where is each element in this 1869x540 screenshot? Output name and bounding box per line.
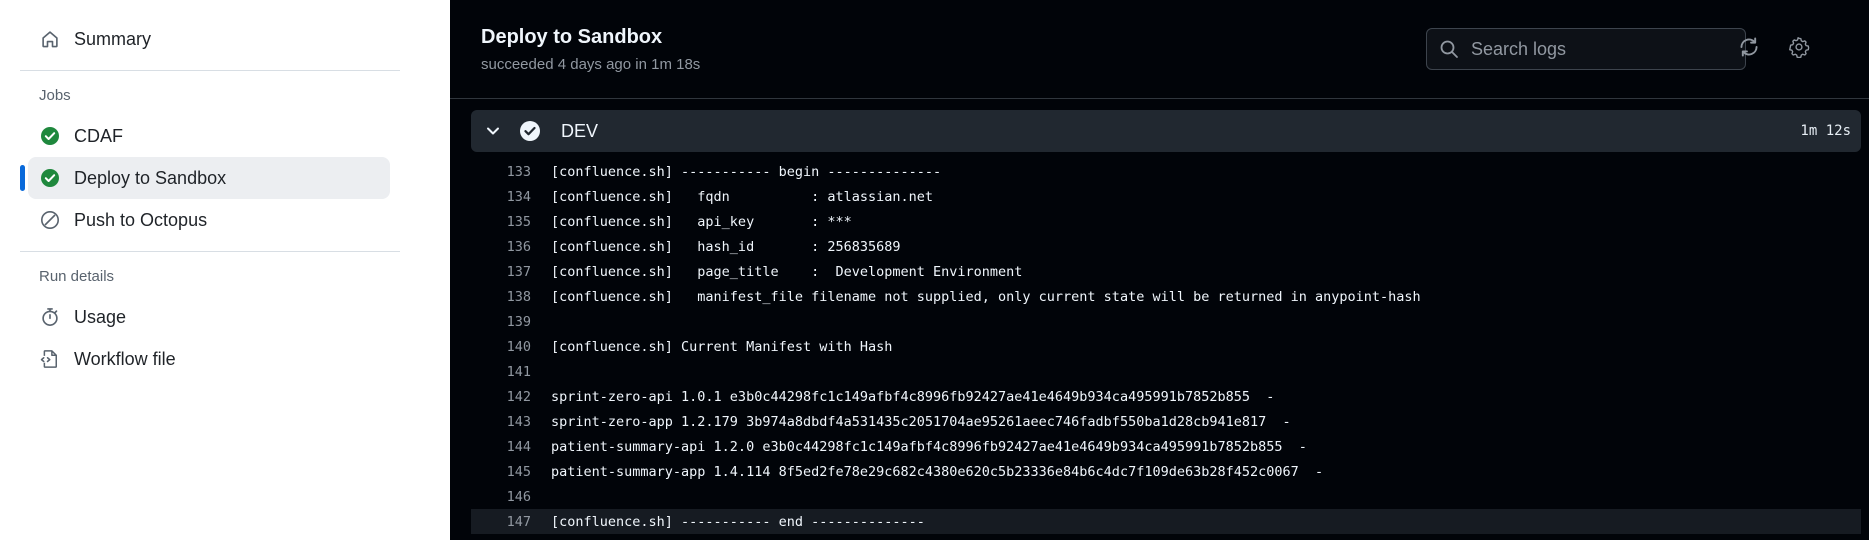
home-icon	[38, 27, 62, 51]
line-text: [confluence.sh] ----------- end --------…	[551, 513, 925, 530]
stopwatch-icon	[38, 305, 62, 329]
search-logs[interactable]	[1426, 28, 1746, 70]
sidebar: Summary Jobs CDAF Deploy to Sandbox Push…	[0, 0, 450, 540]
active-indicator	[20, 165, 25, 191]
line-number[interactable]: 139	[471, 314, 551, 330]
line-number[interactable]: 147	[471, 514, 551, 530]
line-text: [confluence.sh] Current Manifest with Ha…	[551, 338, 893, 355]
line-number[interactable]: 146	[471, 489, 551, 505]
sidebar-item-label: Usage	[74, 306, 127, 327]
line-number[interactable]: 141	[471, 364, 551, 380]
settings-button[interactable]	[1786, 36, 1812, 62]
sidebar-divider	[20, 251, 400, 252]
check-circle-icon	[38, 124, 62, 148]
log-line: 137 [confluence.sh] page_title : Developm…	[471, 259, 1861, 284]
search-icon	[1439, 39, 1459, 59]
line-text: sprint-zero-api 1.0.1 e3b0c44298fc1c149a…	[551, 388, 1275, 405]
sidebar-item-workflow-file[interactable]: Workflow file	[28, 338, 390, 380]
step-name: DEV	[561, 120, 599, 141]
log-line: 141	[471, 359, 1861, 384]
log-line: 139	[471, 309, 1861, 334]
log-line: 143 sprint-zero-app 1.2.179 3b974a8dbdf4a…	[471, 409, 1861, 434]
job-title: Deploy to Sandbox	[481, 26, 663, 48]
sidebar-item-label: Workflow file	[74, 348, 176, 369]
log-line: 133 [confluence.sh] ----------- begin ---…	[471, 159, 1861, 184]
line-number[interactable]: 142	[471, 389, 551, 405]
line-text: [confluence.sh] manifest_file filename n…	[551, 288, 1421, 305]
log-line: 146	[471, 484, 1861, 509]
refresh-button[interactable]	[1736, 36, 1762, 62]
line-number[interactable]: 133	[471, 164, 551, 180]
line-number[interactable]: 145	[471, 464, 551, 480]
search-input[interactable]	[1469, 37, 1733, 61]
line-number[interactable]: 143	[471, 414, 551, 430]
log-line: 145 patient-summary-app 1.4.114 8f5ed2fe7…	[471, 459, 1861, 484]
line-text: [confluence.sh] fqdn : atlassian.net	[551, 188, 934, 205]
line-number[interactable]: 138	[471, 289, 551, 305]
step-header-dev[interactable]: DEV 1m 12s	[471, 110, 1861, 152]
sidebar-item-summary[interactable]: Summary	[28, 18, 390, 60]
log-line: 144 patient-summary-api 1.2.0 e3b0c44298f…	[471, 434, 1861, 459]
log-line-highlighted: 147 [confluence.sh] ----------- end -----…	[471, 509, 1861, 534]
log-line: 142 sprint-zero-api 1.0.1 e3b0c44298fc1c1…	[471, 384, 1861, 409]
check-circle-icon	[519, 120, 541, 142]
skipped-icon	[38, 208, 62, 232]
log-panel: Deploy to Sandbox succeeded 4 days ago i…	[450, 0, 1869, 540]
log-line: 140 [confluence.sh] Current Manifest with…	[471, 334, 1861, 359]
file-code-icon	[38, 347, 62, 371]
sync-icon	[1738, 36, 1760, 63]
line-number[interactable]: 135	[471, 214, 551, 230]
sidebar-item-label: Summary	[74, 28, 152, 49]
log-line: 136 [confluence.sh] hash_id : 256835689	[471, 234, 1861, 259]
line-text: sprint-zero-app 1.2.179 3b974a8dbdf4a531…	[551, 413, 1291, 430]
sidebar-divider	[20, 70, 400, 71]
log-line: 135 [confluence.sh] api_key : ***	[471, 209, 1861, 234]
gear-icon	[1788, 36, 1810, 63]
line-text: [confluence.sh] hash_id : 256835689	[551, 238, 901, 255]
line-text: patient-summary-app 1.4.114 8f5ed2fe78e2…	[551, 463, 1324, 480]
line-number[interactable]: 137	[471, 264, 551, 280]
sidebar-item-cdaf[interactable]: CDAF	[28, 115, 390, 157]
sidebar-item-deploy-to-sandbox[interactable]: Deploy to Sandbox	[20, 157, 390, 199]
jobs-section-title: Jobs	[39, 87, 71, 104]
step-duration: 1m 12s	[1800, 123, 1851, 139]
line-number[interactable]: 144	[471, 439, 551, 455]
job-header: Deploy to Sandbox succeeded 4 days ago i…	[450, 0, 1869, 99]
line-text: [confluence.sh] ----------- begin ------…	[551, 163, 942, 180]
line-text: [confluence.sh] page_title : Development…	[551, 263, 1023, 280]
job-status-text: succeeded 4 days ago in 1m 18s	[481, 56, 701, 73]
line-text: patient-summary-api 1.2.0 e3b0c44298fc1c…	[551, 438, 1307, 455]
line-number[interactable]: 136	[471, 239, 551, 255]
sidebar-item-label: Push to Octopus	[74, 209, 208, 230]
sidebar-item-push-to-octopus[interactable]: Push to Octopus	[28, 199, 390, 241]
chevron-down-icon	[483, 121, 503, 141]
sidebar-item-label: Deploy to Sandbox	[74, 167, 227, 188]
line-number[interactable]: 140	[471, 339, 551, 355]
line-number[interactable]: 134	[471, 189, 551, 205]
check-circle-icon	[38, 166, 62, 190]
log-line: 134 [confluence.sh] fqdn : atlassian.net	[471, 184, 1861, 209]
sidebar-item-label: CDAF	[74, 125, 123, 146]
sidebar-item-usage[interactable]: Usage	[28, 296, 390, 338]
app-window: Summary Jobs CDAF Deploy to Sandbox Push…	[0, 0, 1869, 540]
line-text: [confluence.sh] api_key : ***	[551, 213, 852, 230]
run-details-section-title: Run details	[39, 268, 115, 285]
log-lines: 133 [confluence.sh] ----------- begin ---…	[471, 159, 1861, 534]
log-line: 138 [confluence.sh] manifest_file filenam…	[471, 284, 1861, 309]
